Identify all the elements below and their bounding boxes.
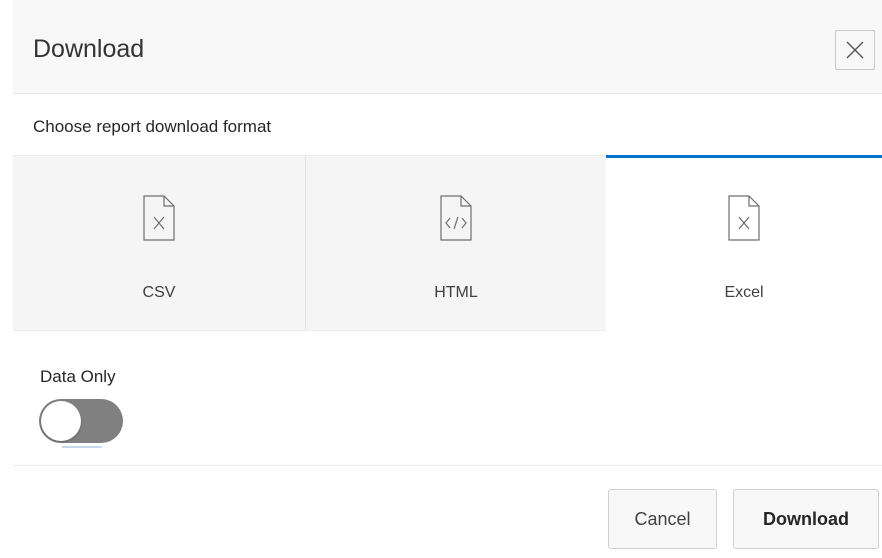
format-option-excel[interactable]: Excel — [606, 155, 882, 331]
file-code-icon — [440, 195, 472, 241]
format-selector: CSV HTML Excel — [13, 155, 882, 331]
data-only-label: Data Only — [40, 367, 116, 386]
cancel-button[interactable]: Cancel — [608, 489, 717, 549]
file-x-icon — [143, 195, 175, 241]
download-button[interactable]: Download — [733, 489, 879, 549]
format-prompt: Choose report download format — [33, 117, 272, 136]
dialog-header: Download — [13, 0, 882, 94]
toggle-knob — [41, 401, 81, 441]
format-option-html[interactable]: HTML — [306, 155, 606, 331]
format-option-csv[interactable]: CSV — [13, 155, 306, 331]
dialog-title: Download — [33, 35, 145, 63]
data-only-toggle[interactable] — [39, 399, 123, 443]
format-label: HTML — [434, 284, 478, 301]
close-icon — [846, 41, 864, 59]
toggle-focus-indicator — [62, 446, 102, 448]
file-x-icon — [728, 195, 760, 241]
format-label: CSV — [142, 284, 176, 301]
close-button[interactable] — [835, 30, 875, 70]
format-label: Excel — [724, 284, 764, 301]
download-dialog: Download Choose report download format C… — [0, 0, 882, 558]
footer-divider — [13, 465, 882, 466]
